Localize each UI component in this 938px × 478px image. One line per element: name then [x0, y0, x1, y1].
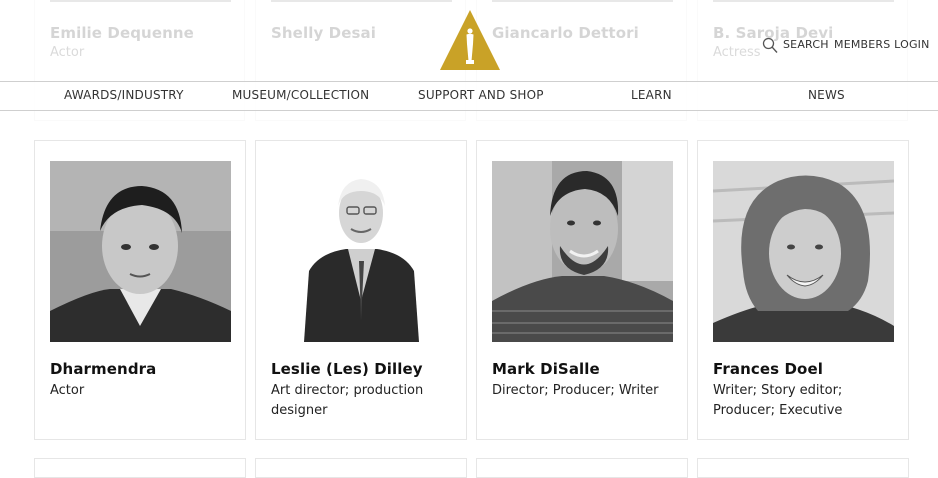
person-name: Giancarlo Dettori	[492, 24, 639, 42]
person-role: Art director; production designer	[271, 383, 424, 418]
person-role: Actor	[50, 45, 85, 60]
person-card[interactable]	[34, 458, 246, 478]
person-photo	[492, 161, 673, 342]
person-name: Leslie (Les) Dilley	[271, 360, 423, 378]
person-role: Director; Producer; Writer	[492, 383, 659, 398]
person-name: Mark DiSalle	[492, 360, 600, 378]
person-photo	[50, 0, 231, 2]
nav-news[interactable]: NEWS	[808, 88, 845, 102]
person-name: Shelly Desai	[271, 24, 376, 42]
person-name: Emilie Dequenne	[50, 24, 194, 42]
nav-awards-industry[interactable]: AWARDS/INDUSTRY	[64, 88, 184, 102]
person-card[interactable]	[697, 458, 909, 478]
person-role: Writer; Story editor; Producer; Executiv…	[713, 383, 843, 418]
person-card[interactable]: Dharmendra Actor	[34, 140, 246, 440]
person-card[interactable]: Frances Doel Writer; Story editor; Produ…	[697, 140, 909, 440]
search-link[interactable]: SEARCH	[783, 38, 829, 51]
search-icon[interactable]	[762, 37, 778, 54]
oscar-logo-icon[interactable]	[440, 10, 500, 72]
person-name: Dharmendra	[50, 360, 157, 378]
person-card[interactable]	[255, 458, 467, 478]
members-login-link[interactable]: MEMBERS LOGIN	[834, 38, 930, 51]
person-photo	[492, 0, 673, 2]
nav-learn[interactable]: LEARN	[631, 88, 672, 102]
person-card[interactable]: Leslie (Les) Dilley Art director; produc…	[255, 140, 467, 440]
nav-museum-collection[interactable]: MUSEUM/COLLECTION	[232, 88, 369, 102]
person-photo	[713, 161, 894, 342]
person-name: Frances Doel	[713, 360, 823, 378]
main-nav: AWARDS/INDUSTRY MUSEUM/COLLECTION SUPPOR…	[0, 81, 938, 111]
person-photo	[271, 161, 452, 342]
nav-support-and-shop[interactable]: SUPPORT AND SHOP	[418, 88, 544, 102]
person-photo	[271, 0, 452, 2]
person-card[interactable]: Mark DiSalle Director; Producer; Writer	[476, 140, 688, 440]
person-photo	[50, 161, 231, 342]
person-photo	[713, 0, 894, 2]
person-role: Actor	[50, 383, 85, 398]
person-card[interactable]	[476, 458, 688, 478]
